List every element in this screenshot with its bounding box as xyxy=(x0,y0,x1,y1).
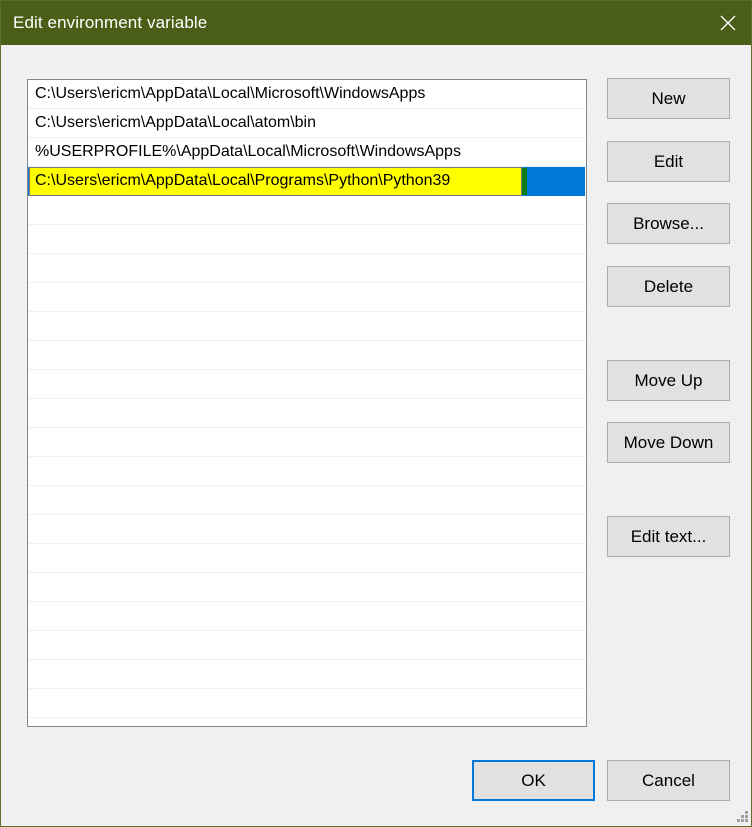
resize-grip-icon[interactable] xyxy=(736,811,748,823)
path-list[interactable]: C:\Users\ericm\AppData\Local\Microsoft\W… xyxy=(27,79,587,727)
empty-list-row xyxy=(28,254,585,283)
empty-list-row xyxy=(28,573,585,602)
new-button[interactable]: New xyxy=(607,78,730,119)
empty-list-row xyxy=(28,602,585,631)
list-item[interactable]: C:\Users\ericm\AppData\Local\Microsoft\W… xyxy=(28,80,585,109)
ok-button[interactable]: OK xyxy=(472,760,595,801)
empty-list-row xyxy=(28,689,585,718)
cancel-button[interactable]: Cancel xyxy=(607,760,730,801)
empty-list-row xyxy=(28,544,585,573)
empty-list-row xyxy=(28,457,585,486)
dialog-title: Edit environment variable xyxy=(13,13,208,32)
list-item-selected[interactable]: C:\Users\ericm\AppData\Local\Programs\Py… xyxy=(28,167,585,196)
empty-list-row xyxy=(28,486,585,515)
title-bar: Edit environment variable xyxy=(1,1,751,45)
empty-list-row xyxy=(28,196,585,225)
close-icon xyxy=(720,15,736,31)
empty-list-row xyxy=(28,631,585,660)
empty-list-row xyxy=(28,399,585,428)
browse-button[interactable]: Browse... xyxy=(607,203,730,244)
edit-button[interactable]: Edit xyxy=(607,141,730,182)
empty-list-row xyxy=(28,370,585,399)
move-down-button[interactable]: Move Down xyxy=(607,422,730,463)
empty-list-row xyxy=(28,283,585,312)
path-edit-input[interactable]: C:\Users\ericm\AppData\Local\Programs\Py… xyxy=(29,167,522,196)
empty-list-row xyxy=(28,341,585,370)
delete-button[interactable]: Delete xyxy=(607,266,730,307)
empty-list-row xyxy=(28,515,585,544)
empty-list-row xyxy=(28,428,585,457)
text-cursor-marker xyxy=(522,168,527,195)
empty-list-row xyxy=(28,312,585,341)
empty-list-row xyxy=(28,660,585,689)
list-item[interactable]: %USERPROFILE%\AppData\Local\Microsoft\Wi… xyxy=(28,138,585,167)
list-item[interactable]: C:\Users\ericm\AppData\Local\atom\bin xyxy=(28,109,585,138)
edit-environment-variable-dialog: Edit environment variable C:\Users\ericm… xyxy=(0,0,752,827)
empty-list-row xyxy=(28,225,585,254)
edit-text-button[interactable]: Edit text... xyxy=(607,516,730,557)
close-button[interactable] xyxy=(705,1,751,45)
move-up-button[interactable]: Move Up xyxy=(607,360,730,401)
